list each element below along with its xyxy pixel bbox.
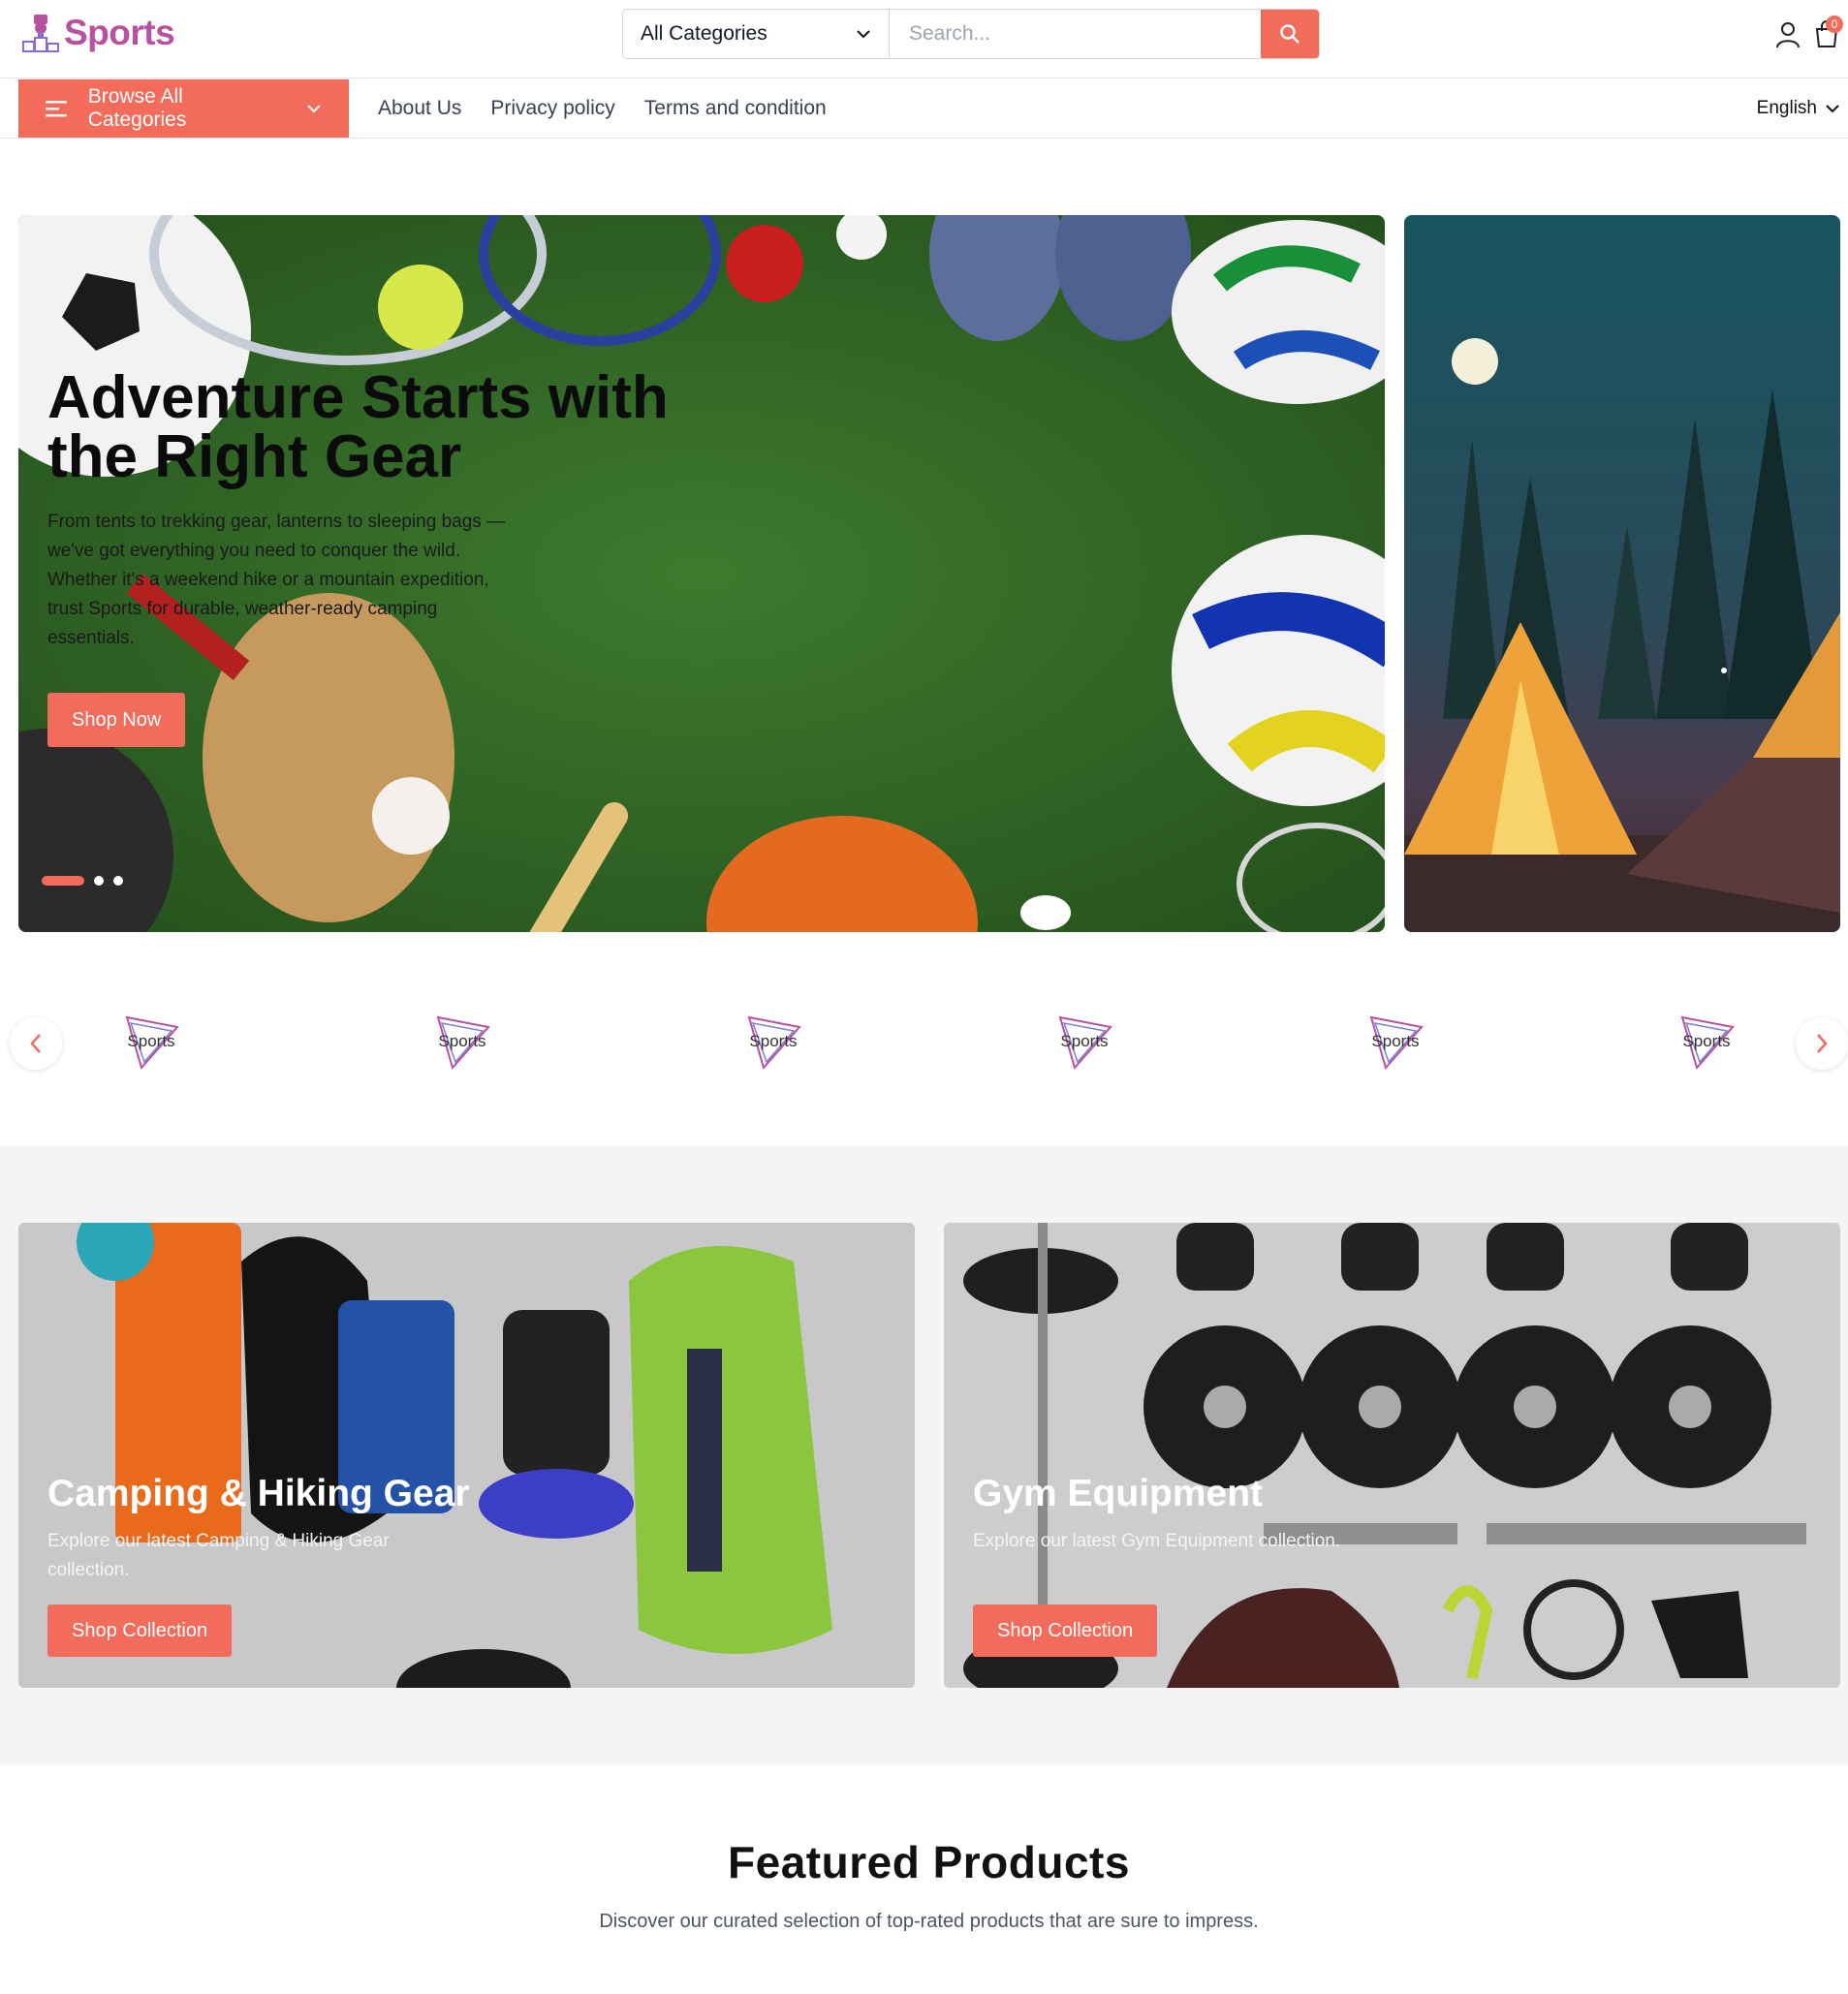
nav-links: About Us Privacy policy Terms and condit… xyxy=(378,78,827,139)
sports-brand-icon: Sports xyxy=(1680,1015,1735,1071)
user-icon[interactable] xyxy=(1775,21,1801,48)
sports-brand-icon: Sports xyxy=(436,1015,490,1071)
slider-dots xyxy=(42,876,123,886)
search-button[interactable] xyxy=(1261,10,1319,58)
shop-now-button[interactable]: Shop Now xyxy=(47,693,186,747)
chevron-down-icon xyxy=(307,105,321,113)
chevron-down-icon xyxy=(857,30,870,39)
brand-logo-text: Sports xyxy=(438,1032,485,1050)
top-header: Sports All Categories 0 xyxy=(0,0,1848,78)
nav-link-terms[interactable]: Terms and condition xyxy=(644,97,827,120)
main-navbar: Browse All Categories About Us Privacy p… xyxy=(0,78,1848,139)
search-bar: All Categories xyxy=(622,9,1320,59)
collection-card-camping[interactable]: Camping & Hiking Gear Explore our latest… xyxy=(18,1223,915,1688)
brand-logo-3[interactable]: Sports xyxy=(739,1008,807,1075)
brand-logo-text: Sports xyxy=(1060,1032,1108,1050)
hero-description: From tents to trekking gear, lanterns to… xyxy=(47,512,506,648)
slider-dot-2[interactable] xyxy=(94,876,104,886)
collection-description: Explore our latest Camping & Hiking Gear… xyxy=(47,1531,390,1580)
camping-night-image xyxy=(1404,215,1840,932)
language-value: English xyxy=(1756,98,1817,118)
search-input[interactable] xyxy=(890,10,1261,58)
sports-brand-icon: Sports xyxy=(1058,1015,1112,1071)
brand-carousel: Sports Sports Sports Sports Sports Sport… xyxy=(0,979,1848,1105)
brand-logo-1[interactable]: Sports xyxy=(117,1008,185,1075)
language-select[interactable]: English xyxy=(1757,78,1840,139)
sports-brand-icon: Sports xyxy=(1369,1015,1424,1071)
shop-collection-button[interactable]: Shop Collection xyxy=(47,1605,233,1657)
featured-products-title: Featured Products xyxy=(728,1837,1130,1887)
brand-logo-text: Sports xyxy=(1682,1032,1730,1050)
category-select-value: All Categories xyxy=(641,22,767,45)
hero-title: Adventure Starts with the Right Gear xyxy=(47,364,669,490)
collection-description: Explore our latest Gym Equipment collect… xyxy=(973,1531,1341,1551)
chevron-right-icon xyxy=(1817,1034,1828,1053)
brand-prev-button[interactable] xyxy=(10,1017,62,1070)
site-logo[interactable]: Sports xyxy=(21,12,175,54)
browse-categories-label: Browse All Categories xyxy=(87,85,187,131)
sports-brand-icon: Sports xyxy=(747,1015,801,1071)
brand-logo-text: Sports xyxy=(127,1032,174,1050)
sports-brand-icon: Sports xyxy=(125,1015,179,1071)
brand-logo-6[interactable]: Sports xyxy=(1673,1008,1740,1075)
trophy-logo-icon xyxy=(22,15,59,52)
brand-logo-text: Sports xyxy=(1371,1032,1419,1050)
featured-products-subtitle: Discover our curated selection of top-ra… xyxy=(599,1911,1259,1932)
brand-logo-text: Sports xyxy=(749,1032,797,1050)
cart-count-badge: 0 xyxy=(1826,16,1843,33)
brand-logo-2[interactable]: Sports xyxy=(428,1008,496,1075)
browse-categories-button[interactable]: Browse All Categories xyxy=(18,79,349,138)
collection-title: Camping & Hiking Gear xyxy=(47,1473,470,1514)
brand-next-button[interactable] xyxy=(1796,1017,1848,1070)
chevron-left-icon xyxy=(30,1034,41,1053)
menu-icon xyxy=(46,101,67,117)
slider-dot-1[interactable] xyxy=(42,876,84,886)
brand-logo-5[interactable]: Sports xyxy=(1362,1008,1429,1075)
hero-slider: Adventure Starts with the Right Gear Fro… xyxy=(18,215,1385,932)
shop-collection-button[interactable]: Shop Collection xyxy=(973,1605,1158,1657)
collection-card-gym[interactable]: Gym Equipment Explore our latest Gym Equ… xyxy=(944,1223,1840,1688)
nav-link-privacy-policy[interactable]: Privacy policy xyxy=(490,97,614,120)
hero-side-banner[interactable] xyxy=(1404,215,1840,932)
category-select[interactable]: All Categories xyxy=(623,10,890,58)
chevron-down-icon xyxy=(1826,105,1839,113)
slider-dot-3[interactable] xyxy=(113,876,123,886)
logo-text: Sports xyxy=(64,13,175,52)
nav-link-about-us[interactable]: About Us xyxy=(378,97,461,120)
search-icon xyxy=(1280,24,1300,44)
collection-title: Gym Equipment xyxy=(973,1473,1264,1514)
brand-logo-4[interactable]: Sports xyxy=(1050,1008,1118,1075)
